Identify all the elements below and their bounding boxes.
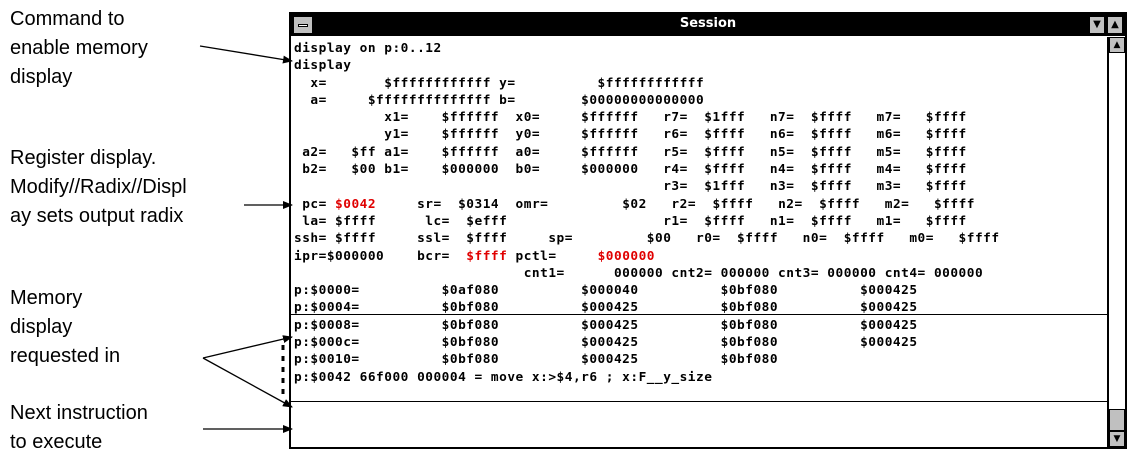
- callout-arrows: [199, 45, 293, 433]
- callout-arrow: [202, 357, 293, 408]
- callout-arrow: [199, 45, 293, 64]
- callout-arrow: [202, 335, 293, 359]
